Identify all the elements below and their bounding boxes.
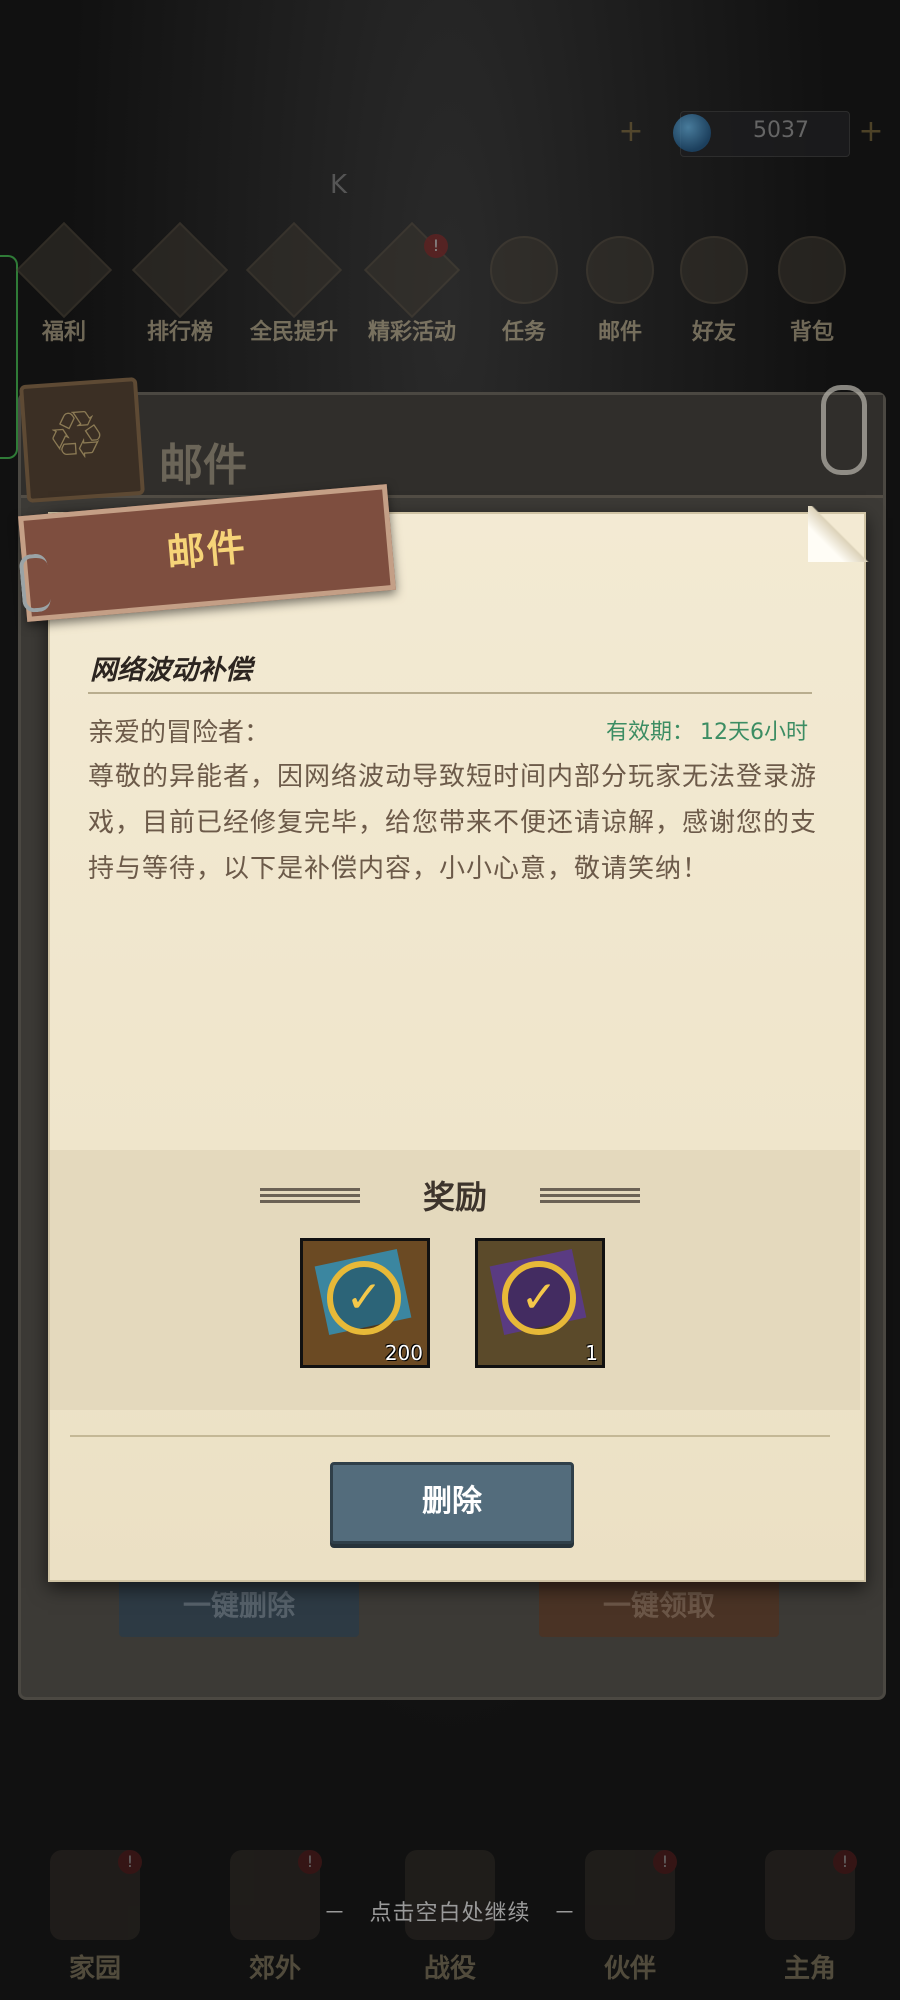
notification-badge: ! xyxy=(424,234,448,258)
notification-badge: ! xyxy=(833,1850,857,1874)
delete-all-button[interactable]: 一键删除 xyxy=(119,1575,359,1637)
reward-quantity: 1 xyxy=(585,1341,598,1365)
nav-item-friends[interactable]: 好友 xyxy=(664,228,764,348)
mail-body: 尊敬的异能者，因网络波动导致短时间内部分玩家无法登录游戏，目前已经修复完毕，给您… xyxy=(88,762,818,884)
gem-icon xyxy=(673,114,711,152)
reward-item[interactable]: ✓ 200 xyxy=(300,1238,430,1368)
divider xyxy=(70,1435,830,1437)
top-resource-bar: + 5037 + xyxy=(0,105,900,165)
feature-nav-row: 福利 排行榜 全民提升 精彩活动 ! 任务 邮件 好友 背包 xyxy=(0,221,900,348)
bottom-nav-label: 主角 xyxy=(783,1954,836,1984)
page-corner-fold xyxy=(808,506,870,562)
mail-icon xyxy=(586,236,654,304)
bottom-nav-label: 家园 xyxy=(68,1954,121,1984)
bottom-nav-label: 伙伴 xyxy=(603,1954,656,1984)
gem-count: 5037 xyxy=(753,118,809,143)
nav-label: 福利 xyxy=(41,320,86,345)
tap-to-continue-hint[interactable]: － 点击空白处继续 － xyxy=(0,1895,900,1927)
welfare-icon xyxy=(15,221,113,319)
paperclip-icon xyxy=(821,385,867,475)
add-resource-button[interactable]: + xyxy=(612,113,650,151)
bag-icon xyxy=(778,236,846,304)
nav-item-mail[interactable]: 邮件 xyxy=(570,228,670,348)
dim-text: K xyxy=(330,170,348,200)
reward-title: 奖励 xyxy=(422,1178,487,1216)
add-gem-button[interactable]: + xyxy=(852,113,890,151)
mail-window-title: 邮件 xyxy=(159,440,247,491)
claimed-check-icon: ✓ xyxy=(327,1261,401,1335)
nav-label: 全民提升 xyxy=(249,320,338,345)
notification-badge: ! xyxy=(653,1850,677,1874)
reward-section: 奖励 ✓ 200 ✓ 1 xyxy=(50,1150,860,1410)
mail-window-header: 邮件 xyxy=(21,395,883,498)
notification-badge: ! xyxy=(118,1850,142,1874)
decorative-lines-icon xyxy=(540,1188,640,1206)
nav-label: 邮件 xyxy=(597,320,642,345)
events-icon xyxy=(363,221,461,319)
nav-item-welfare[interactable]: 福利 xyxy=(14,221,114,348)
validity-value: 12天6小时 xyxy=(700,720,808,745)
reward-item[interactable]: ✓ 1 xyxy=(475,1238,605,1368)
reward-quantity: 200 xyxy=(384,1341,423,1365)
bottom-nav-label: 战役 xyxy=(423,1954,476,1984)
validity-period: 有效期： 12天6小时 xyxy=(606,714,808,746)
ranking-icon xyxy=(131,221,229,319)
nav-item-upgrade[interactable]: 全民提升 xyxy=(244,221,344,348)
mail-greeting: 亲爱的冒险者： xyxy=(88,718,271,748)
validity-label: 有效期： xyxy=(605,720,694,745)
bottom-nav-label: 郊外 xyxy=(248,1954,301,1984)
upgrade-icon xyxy=(245,221,343,319)
nav-label: 排行榜 xyxy=(146,320,213,345)
gem-counter: 5037 xyxy=(673,111,850,157)
recycle-emblem-icon xyxy=(19,377,145,503)
nav-label: 任务 xyxy=(501,320,546,345)
claim-all-button[interactable]: 一键领取 xyxy=(539,1575,779,1637)
nav-item-events[interactable]: 精彩活动 ! xyxy=(362,221,462,348)
friends-icon xyxy=(680,236,748,304)
tasks-icon xyxy=(490,236,558,304)
mail-title: 网络波动补偿 xyxy=(90,655,252,686)
delete-button[interactable]: 删除 xyxy=(330,1462,574,1544)
nav-label: 背包 xyxy=(789,320,834,345)
nav-label: 好友 xyxy=(691,320,736,345)
nav-item-ranking[interactable]: 排行榜 xyxy=(130,221,230,348)
nav-item-bag[interactable]: 背包 xyxy=(762,228,862,348)
nav-item-tasks[interactable]: 任务 xyxy=(474,228,574,348)
notification-badge: ! xyxy=(298,1850,322,1874)
divider xyxy=(88,692,812,694)
claimed-check-icon: ✓ xyxy=(502,1261,576,1335)
nav-label: 精彩活动 xyxy=(367,320,456,345)
